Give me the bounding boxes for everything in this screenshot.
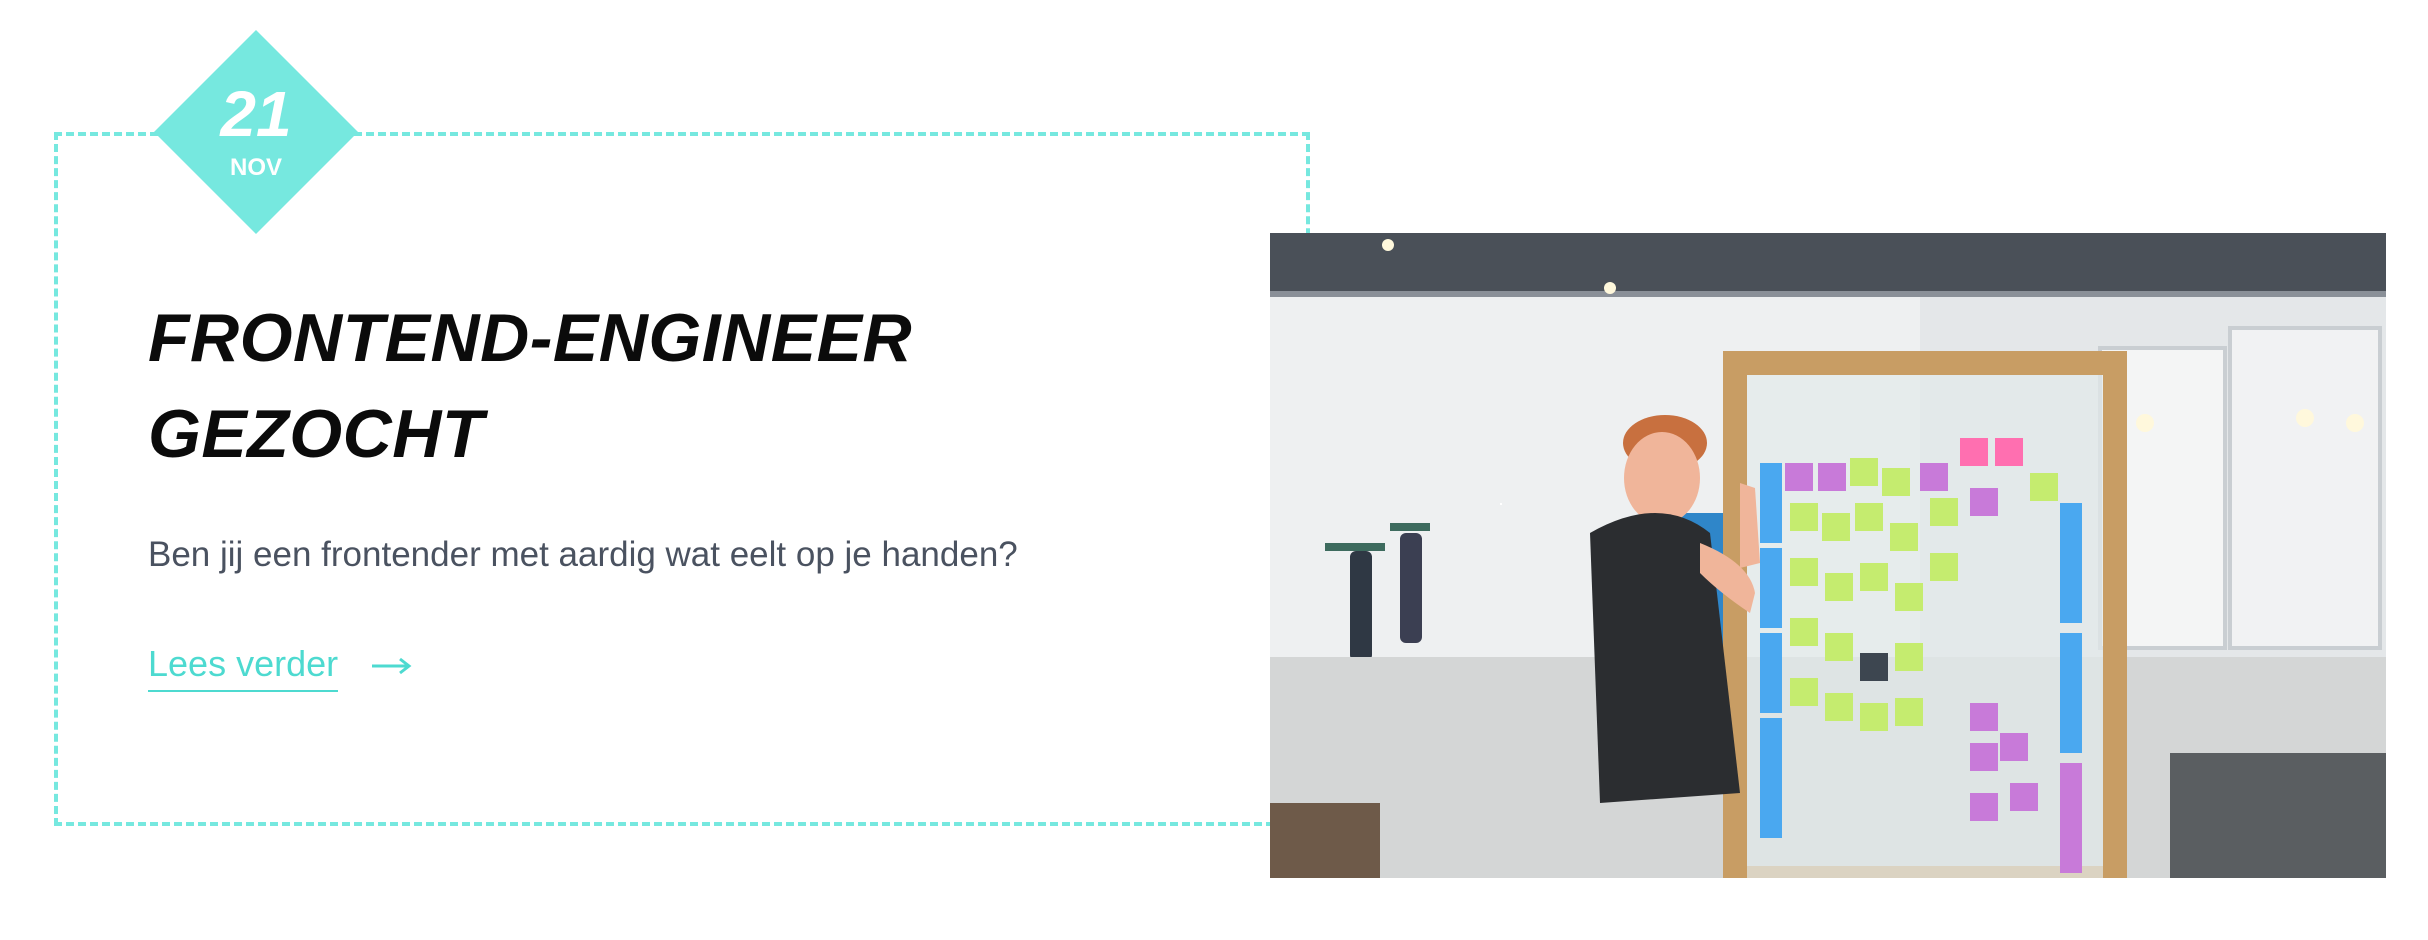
arrow-right-icon [372,657,412,675]
post-image[interactable] [1270,233,2386,878]
read-more-link[interactable]: Lees verder [148,640,412,692]
date-badge: 21 NOV [154,30,358,234]
post-title-line-1: FRONTEND-ENGINEER [148,300,913,376]
post-title-line-2: GEZOCHT [148,396,484,472]
date-day: 21 [220,78,292,150]
date-month: NOV [229,154,282,181]
post-title[interactable]: FRONTEND-ENGINEER GEZOCHT [148,290,1148,482]
office-photo-illustration [1270,233,2386,878]
post-excerpt: Ben jij een frontender met aardig wat ee… [148,535,1018,574]
read-more-label: Lees verder [148,640,339,692]
